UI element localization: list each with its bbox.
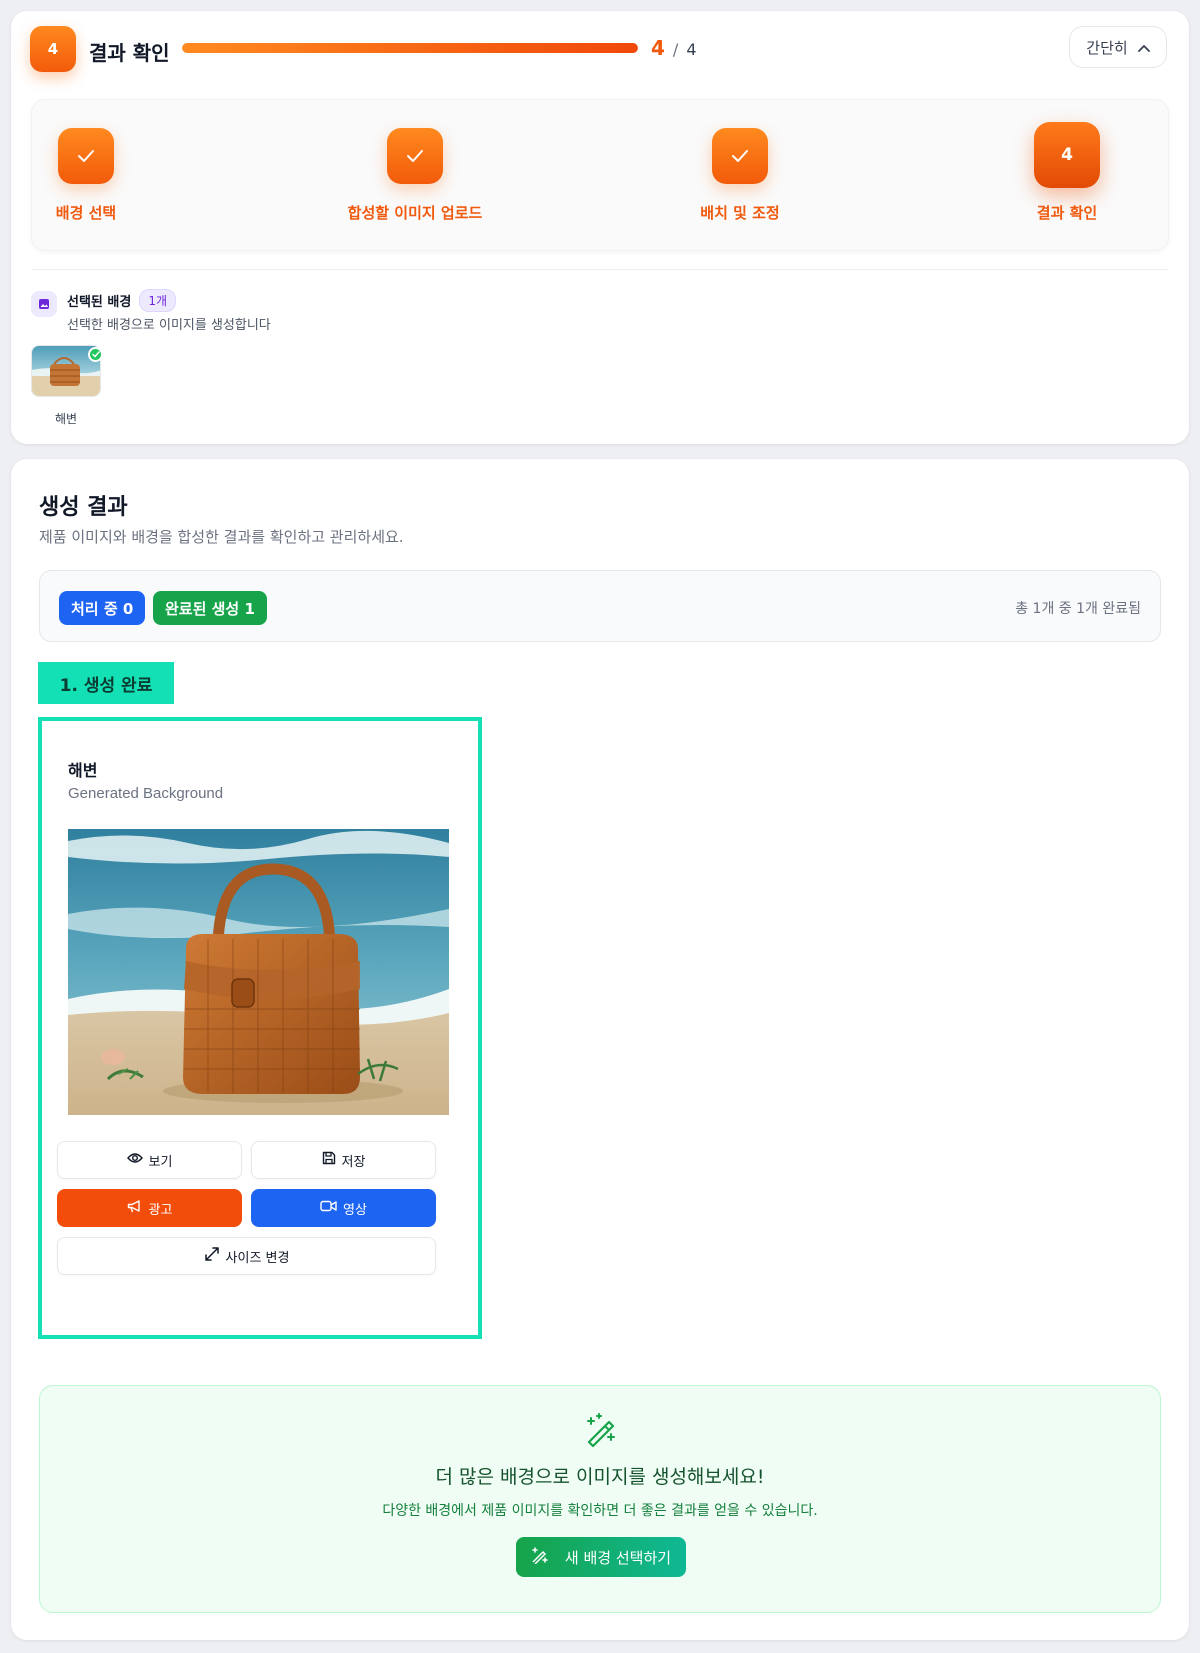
processing-badge: 처리 중 0 xyxy=(59,591,146,625)
megaphone-icon xyxy=(127,1199,143,1217)
new-background-button[interactable]: 새 배경 선택하기 xyxy=(516,1537,686,1577)
banner-subtitle: 다양한 배경에서 제품 이미지를 확인하면 더 좋은 결과를 얻을 수 있습니다… xyxy=(382,1503,818,1519)
results-subtitle: 제품 이미지와 배경을 합성한 결과를 확인하고 관리하세요. xyxy=(39,528,404,546)
ad-label: 광고 xyxy=(148,1202,173,1218)
selected-count-badge: 1개 xyxy=(139,289,177,312)
status-summary: 총 1개 중 1개 완료됨 xyxy=(1015,601,1141,617)
save-button[interactable]: 저장 xyxy=(251,1141,436,1179)
progress-card: 4 결과 확인 4 / 4 간단히 배경 선택 합성할 이미지 업로드 배치 및… xyxy=(11,11,1189,444)
ad-button[interactable]: 광고 xyxy=(57,1189,242,1227)
step-label: 결과 확인 xyxy=(1036,204,1098,222)
progress-bar xyxy=(182,43,638,53)
magic-wand-icon xyxy=(583,1412,619,1452)
check-icon xyxy=(712,128,768,184)
check-icon xyxy=(387,128,443,184)
progress-bar-fill xyxy=(182,43,638,53)
stepper: 배경 선택 합성할 이미지 업로드 배치 및 조정 4 결과 확인 xyxy=(31,99,1169,251)
save-icon xyxy=(322,1151,336,1169)
divider xyxy=(31,269,1169,270)
results-card: 생성 결과 제품 이미지와 배경을 합성한 결과를 확인하고 관리하세요. 처리… xyxy=(11,459,1189,1640)
generated-image[interactable] xyxy=(68,829,449,1115)
selected-check-icon xyxy=(88,347,103,362)
result-subtitle: Generated Background xyxy=(68,785,224,802)
step-image-upload[interactable]: 합성할 이미지 업로드 xyxy=(347,100,483,223)
step-label: 배치 및 조정 xyxy=(700,204,780,222)
step-title: 결과 확인 xyxy=(89,41,170,65)
video-camera-icon xyxy=(320,1200,337,1216)
selected-background-subtitle: 선택한 배경으로 이미지를 생성합니다 xyxy=(67,318,271,333)
banner-title: 더 많은 배경으로 이미지를 생성해보세요! xyxy=(435,1466,765,1488)
selected-background-title: 선택된 배경 1개 xyxy=(67,289,177,312)
step-label: 배경 선택 xyxy=(55,204,117,222)
result-item-label: 1. 생성 완료 xyxy=(38,662,174,704)
progress-count: 4 / 4 xyxy=(651,36,697,60)
view-button[interactable]: 보기 xyxy=(57,1141,242,1179)
image-icon xyxy=(31,291,57,317)
check-icon xyxy=(58,128,114,184)
save-label: 저장 xyxy=(341,1154,366,1170)
expand-arrows-icon xyxy=(204,1246,220,1266)
resize-label: 사이즈 변경 xyxy=(225,1250,290,1266)
progress-total: 4 xyxy=(686,40,697,59)
current-step-badge: 4 xyxy=(30,26,76,72)
step-label: 합성할 이미지 업로드 xyxy=(347,204,483,222)
video-button[interactable]: 영상 xyxy=(251,1189,436,1227)
step-background-select[interactable]: 배경 선택 xyxy=(54,100,118,223)
results-title: 생성 결과 xyxy=(39,495,128,520)
new-background-label: 새 배경 선택하기 xyxy=(564,1548,672,1567)
progress-current: 4 xyxy=(651,36,665,60)
selected-background-label: 선택된 배경 xyxy=(67,295,132,310)
step-result-check[interactable]: 4 결과 확인 xyxy=(1032,100,1102,223)
view-label: 보기 xyxy=(148,1154,173,1170)
status-bar: 처리 중 0 완료된 생성 1 총 1개 중 1개 완료됨 xyxy=(39,570,1161,642)
eye-icon xyxy=(126,1152,143,1168)
result-item-card[interactable]: 해변 Generated Background 보기 저장 광고 영상 사이즈 … xyxy=(38,717,482,1339)
step-number-badge: 4 xyxy=(1034,122,1100,188)
step-placement-adjust[interactable]: 배치 및 조정 xyxy=(700,100,780,223)
completed-badge: 완료된 생성 1 xyxy=(153,591,267,625)
resize-button[interactable]: 사이즈 변경 xyxy=(57,1237,436,1275)
result-title: 해변 xyxy=(68,761,98,780)
more-backgrounds-banner: 더 많은 배경으로 이미지를 생성해보세요! 다양한 배경에서 제품 이미지를 … xyxy=(39,1385,1161,1613)
video-label: 영상 xyxy=(343,1202,367,1218)
magic-wand-icon xyxy=(531,1546,549,1568)
thumbnail-label: 해변 xyxy=(54,412,78,426)
collapse-label: 간단히 xyxy=(1086,38,1128,57)
collapse-button[interactable]: 간단히 xyxy=(1069,26,1167,68)
chevron-up-icon xyxy=(1137,38,1150,56)
progress-separator: / xyxy=(672,40,679,59)
